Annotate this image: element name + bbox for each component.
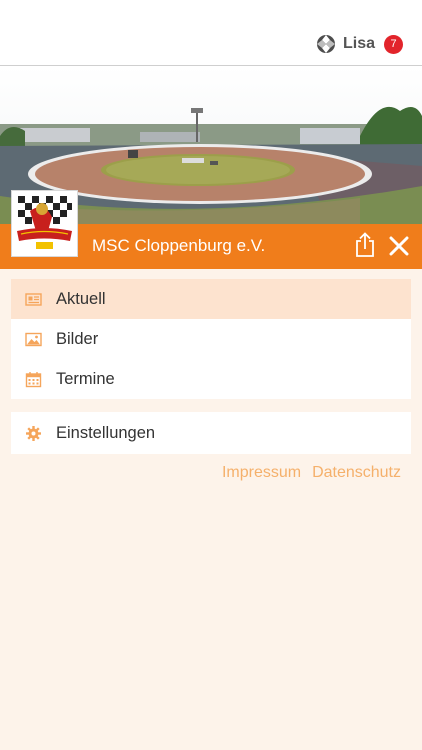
footer-links: Impressum Datenschutz bbox=[222, 464, 401, 482]
club-logo bbox=[11, 190, 78, 257]
profile-icon bbox=[316, 35, 335, 53]
menu-item-label: Termine bbox=[56, 369, 115, 388]
newspaper-icon bbox=[25, 292, 42, 306]
menu-item-label: Einstellungen bbox=[56, 423, 156, 442]
menu-item-label: Bilder bbox=[56, 329, 99, 348]
top-bar: Lisa 7 bbox=[0, 0, 422, 66]
menu-item-bilder[interactable]: Bilder bbox=[11, 319, 411, 359]
main-menu: Aktuell Bilder Termine bbox=[11, 279, 411, 399]
club-name: MSC Cloppenburg e.V. bbox=[92, 236, 266, 255]
settings-menu: Einstellungen bbox=[11, 412, 411, 454]
gear-icon bbox=[26, 425, 41, 441]
image-icon bbox=[25, 332, 42, 346]
menu-item-einstellungen[interactable]: Einstellungen bbox=[11, 412, 411, 454]
impressum-link[interactable]: Impressum bbox=[222, 464, 301, 482]
close-icon[interactable] bbox=[389, 236, 409, 256]
datenschutz-link[interactable]: Datenschutz bbox=[312, 464, 401, 482]
share-icon[interactable] bbox=[354, 232, 376, 258]
menu-item-label: Aktuell bbox=[56, 289, 106, 308]
user-name: Lisa bbox=[342, 35, 375, 52]
menu-item-aktuell[interactable]: Aktuell bbox=[11, 279, 411, 319]
user-account[interactable]: Lisa 7 bbox=[316, 33, 403, 55]
notification-badge[interactable]: 7 bbox=[384, 34, 403, 54]
menu-item-termine[interactable]: Termine bbox=[11, 359, 411, 399]
calendar-icon bbox=[25, 371, 42, 387]
